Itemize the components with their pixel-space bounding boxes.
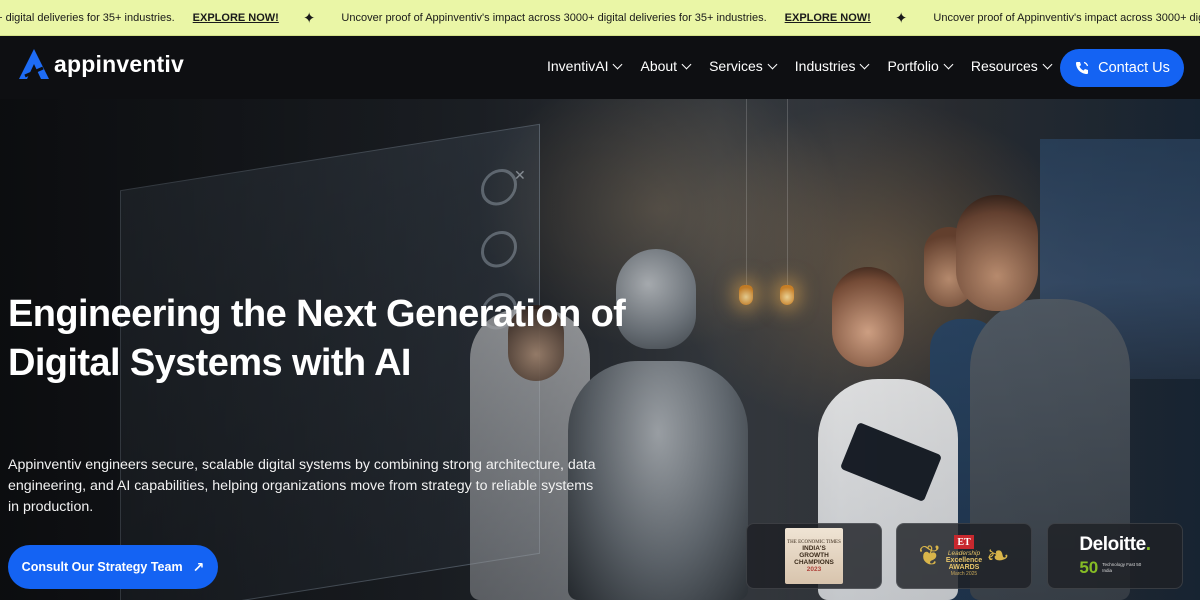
chevron-down-icon xyxy=(681,59,692,69)
deloitte-dot: . xyxy=(1145,534,1151,555)
nav-item-label: About xyxy=(640,58,678,74)
logo-text: appinventiv xyxy=(54,50,185,77)
deloitte-row: 50 Technology Fast 50 India xyxy=(1079,558,1141,578)
nav-item-label: InventivAI xyxy=(547,58,609,74)
chevron-down-icon xyxy=(613,59,623,69)
award-badge-economic-times: THE ECONOMIC TIMES INDIA'S GROWTH CHAMPI… xyxy=(746,523,882,589)
deloitte-number: 50 xyxy=(1079,558,1099,577)
explore-now-link[interactable]: EXPLORE NOW! xyxy=(785,12,871,24)
nav-item-resources[interactable]: Resources xyxy=(970,58,1053,74)
nav-menu: InventivAI About Services Industries Por… xyxy=(547,58,1070,74)
ticker-message: Uncover proof of Appinventiv's impact ac… xyxy=(933,12,1200,24)
award-text: ET Leadership Excellence AWARDS March 20… xyxy=(946,535,982,577)
nav-item-label: Portfolio xyxy=(887,58,939,74)
deloitte-sub2: India xyxy=(1102,568,1112,573)
announcement-ticker: 0+ digital deliveries for 35+ industries… xyxy=(0,0,1200,36)
consult-strategy-team-button[interactable]: Consult Our Strategy Team ↗ xyxy=(8,545,218,589)
contact-us-label: Contact Us xyxy=(1098,60,1170,76)
laurel-right-icon: ❧ xyxy=(986,540,1010,571)
nav-item-label: Services xyxy=(709,58,763,74)
deloitte-subtitle: Technology Fast 50 India xyxy=(1102,562,1141,574)
cta-label: Consult Our Strategy Team xyxy=(21,560,183,574)
phone-icon xyxy=(1076,61,1089,74)
award-line: AWARDS xyxy=(948,564,980,571)
hero-title: Engineering the Next Generation of Digit… xyxy=(8,293,626,384)
chevron-down-icon xyxy=(860,59,870,69)
nav-item-label: Resources xyxy=(970,58,1038,74)
nav-item-label: Industries xyxy=(794,58,856,74)
hero-section: ✕ Engineering the Next Generation of Dig… xyxy=(0,99,1200,600)
nav-item-about[interactable]: About xyxy=(640,58,692,74)
ticker-track: 0+ digital deliveries for 35+ industries… xyxy=(0,0,1200,35)
chevron-down-icon xyxy=(943,59,954,69)
chevron-down-icon xyxy=(1042,59,1053,69)
arrow-up-right-icon: ↗ xyxy=(192,558,205,575)
deloitte-name: Deloitte. xyxy=(1079,534,1151,556)
deloitte-sub1: Technology Fast 50 xyxy=(1102,562,1142,567)
award-date: March 2025 xyxy=(950,571,978,577)
et-logo: ET xyxy=(953,535,974,549)
logo[interactable]: appinventiv xyxy=(16,46,184,82)
sparkle-icon: ✦ xyxy=(894,9,908,27)
main-navbar: appinventiv InventivAI About Services In… xyxy=(0,36,1200,99)
logo-mark-icon xyxy=(19,49,49,79)
chevron-down-icon xyxy=(767,59,778,69)
contact-us-button[interactable]: Contact Us xyxy=(1060,49,1184,87)
sparkle-icon: ✦ xyxy=(302,9,316,27)
explore-now-link[interactable]: EXPLORE NOW! xyxy=(193,12,279,24)
nav-item-inventivai[interactable]: InventivAI xyxy=(547,58,623,74)
badge-line: GROWTH xyxy=(799,551,829,559)
award-badge-et-leadership: ❦ ET Leadership Excellence AWARDS March … xyxy=(896,523,1032,589)
award-line: Excellence xyxy=(945,557,983,564)
badge-line: CHAMPIONS xyxy=(794,558,834,566)
badge-year: 2023 xyxy=(806,565,822,573)
ticker-message: Uncover proof of Appinventiv's impact ac… xyxy=(341,12,767,24)
award-badge-deloitte: Deloitte. 50 Technology Fast 50 India xyxy=(1047,523,1183,589)
laurel-left-icon: ❦ xyxy=(918,540,942,571)
nav-item-services[interactable]: Services xyxy=(709,58,778,74)
nav-item-industries[interactable]: Industries xyxy=(794,58,870,74)
hero-description: Appinventiv engineers secure, scalable d… xyxy=(8,457,596,515)
badge-line: INDIA'S xyxy=(802,544,826,552)
laurel-wreath: ❦ ET Leadership Excellence AWARDS March … xyxy=(918,535,1010,577)
nav-item-portfolio[interactable]: Portfolio xyxy=(887,58,954,74)
deloitte-name-text: Deloitte xyxy=(1079,534,1146,555)
economic-times-badge: THE ECONOMIC TIMES INDIA'S GROWTH CHAMPI… xyxy=(785,528,843,584)
deloitte-badge: Deloitte. 50 Technology Fast 50 India xyxy=(1079,534,1151,578)
award-line: Leadership xyxy=(947,550,981,557)
ticker-message: 0+ digital deliveries for 35+ industries… xyxy=(0,12,175,24)
